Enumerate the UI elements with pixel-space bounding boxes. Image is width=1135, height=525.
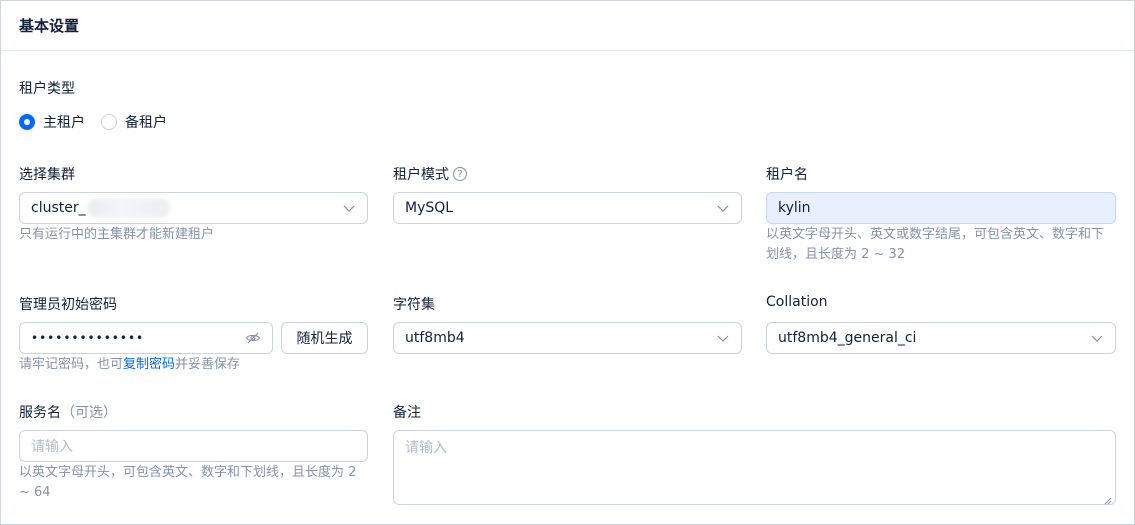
service-name-help-text: 以英文字母开头，可包含英文、数字和下划线，且长度为 2 ~ 64: [19, 465, 357, 500]
chevron-down-icon: [716, 331, 730, 345]
eye-off-icon[interactable]: [245, 330, 261, 346]
charset-select-value: utf8mb4: [405, 330, 465, 346]
charset-select[interactable]: utf8mb4: [393, 322, 742, 354]
tenant-mode-select[interactable]: MySQL: [393, 192, 742, 224]
service-name-label: 服务名（可选）: [19, 402, 117, 422]
tenant-type-radio-group: 主租户 备租户: [19, 112, 183, 132]
remark-textarea[interactable]: 请输入: [393, 430, 1116, 505]
random-generate-button[interactable]: 随机生成: [281, 322, 368, 354]
remark-textarea-placeholder: 请输入: [405, 440, 447, 456]
tenant-type-label: 租户类型: [19, 81, 75, 97]
radio-primary-tenant[interactable]: 主租户: [19, 112, 85, 132]
tenant-name-label: 租户名: [766, 167, 808, 183]
redacted-cluster-name: [87, 198, 170, 218]
remark-label: 备注: [393, 405, 421, 421]
collation-select[interactable]: utf8mb4_general_ci: [766, 322, 1116, 354]
cluster-help-text: 只有运行中的主集群才能新建租户: [19, 227, 215, 242]
charset-label: 字符集: [393, 297, 435, 313]
radio-primary-tenant-dot[interactable]: [19, 114, 35, 130]
admin-password-label: 管理员初始密码: [19, 297, 117, 313]
admin-password-input[interactable]: ••••••••••••••: [19, 322, 273, 354]
chevron-down-icon: [716, 201, 730, 215]
cluster-select[interactable]: cluster_: [19, 192, 368, 224]
panel-title: 基本设置: [19, 17, 80, 35]
resize-handle-icon[interactable]: [1104, 493, 1112, 505]
chevron-down-icon: [342, 201, 356, 215]
service-name-optional-text: （可选）: [61, 405, 117, 421]
tenant-name-help-text: 以英文字母开头、英文或数字结尾，可包含英文、数字和下划线，且长度为 2 ~ 32: [766, 227, 1105, 262]
admin-password-help-prefix: 请牢记密码，也可: [19, 357, 124, 372]
tenant-mode-select-value: MySQL: [405, 200, 454, 216]
admin-password-help-text: 请牢记密码，也可复制密码并妥善保存: [19, 355, 240, 375]
radio-standby-tenant-label[interactable]: 备租户: [125, 112, 167, 132]
collation-label: Collation: [766, 294, 828, 310]
admin-password-help-suffix: 并妥善保存: [175, 357, 241, 372]
tenant-name-input-value: kylin: [778, 200, 811, 216]
admin-password-input-value: ••••••••••••••: [31, 331, 145, 345]
tenant-mode-label-text: 租户模式: [393, 167, 449, 183]
basic-settings-panel: 基本设置 租户类型 主租户 备租户 选择集群 cluster_ 只有运行中的主集…: [0, 0, 1135, 525]
tenant-name-input[interactable]: kylin: [766, 192, 1116, 224]
copy-password-link[interactable]: 复制密码: [123, 357, 175, 372]
service-name-label-text: 服务名: [19, 405, 61, 421]
radio-primary-tenant-label[interactable]: 主租户: [43, 112, 85, 132]
radio-standby-tenant-dot[interactable]: [101, 114, 117, 130]
cluster-label: 选择集群: [19, 167, 75, 183]
service-name-input-placeholder: 请输入: [31, 439, 73, 455]
tenant-mode-label: 租户模式?: [393, 164, 467, 184]
chevron-down-icon: [1090, 331, 1104, 345]
panel-header: 基本设置: [1, 1, 1134, 51]
service-name-input[interactable]: 请输入: [19, 430, 368, 462]
question-icon[interactable]: ?: [453, 167, 467, 181]
collation-select-value: utf8mb4_general_ci: [778, 330, 917, 346]
cluster-select-value: cluster_: [31, 200, 86, 216]
radio-standby-tenant[interactable]: 备租户: [101, 112, 167, 132]
